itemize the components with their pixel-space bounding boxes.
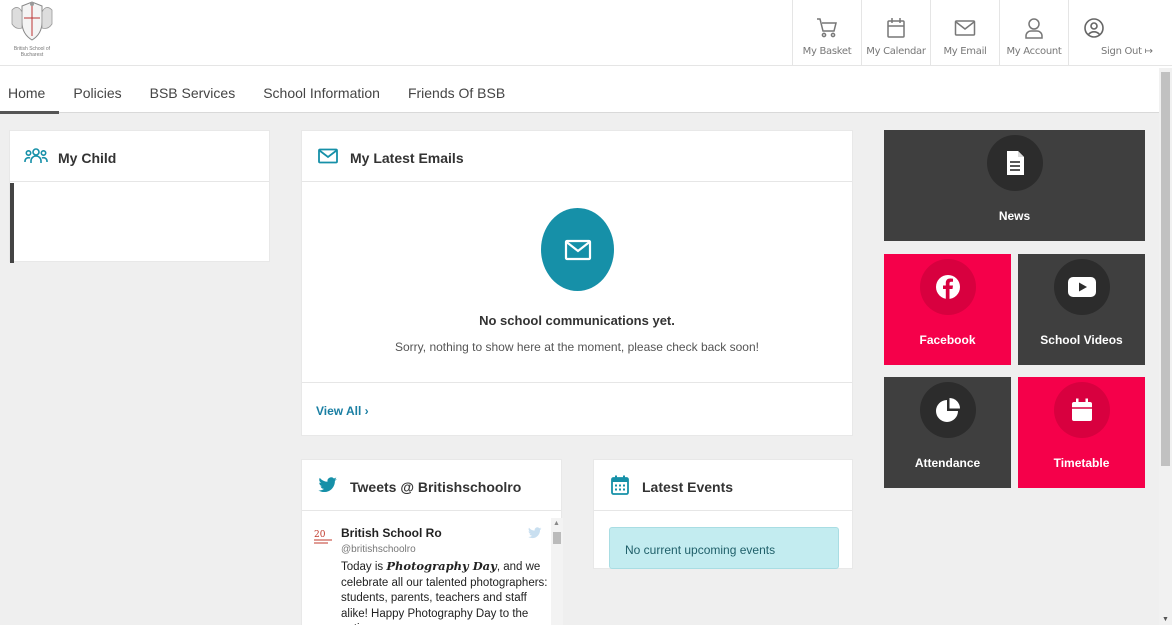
- attendance-label: Attendance: [914, 456, 981, 470]
- sign-out-icon: ↦: [1144, 46, 1153, 57]
- timetable-tile[interactable]: Timetable: [1018, 377, 1145, 488]
- latest-events-header: Latest Events: [594, 460, 852, 511]
- email-empty-title: No school communications yet.: [479, 313, 675, 328]
- my-email-link[interactable]: My Email: [930, 0, 999, 66]
- my-calendar-label: My Calendar: [866, 46, 926, 57]
- tweet-author-name[interactable]: British School Ro: [341, 526, 442, 540]
- latest-emails-card: My Latest Emails No school communication…: [301, 130, 853, 436]
- tweets-title: Tweets @ Britishschoolro: [350, 479, 522, 495]
- latest-events-title: Latest Events: [642, 479, 734, 495]
- attendance-tile[interactable]: Attendance: [884, 377, 1011, 488]
- crest-icon: [11, 1, 53, 41]
- child-selector-bar[interactable]: [10, 183, 14, 263]
- email-empty-message: Sorry, nothing to show here at the momen…: [395, 340, 759, 354]
- users-icon: [24, 146, 48, 166]
- sign-out-label: Sign Out ↦: [1101, 46, 1153, 57]
- latest-emails-title: My Latest Emails: [350, 150, 464, 166]
- news-label: News: [998, 209, 1031, 223]
- my-child-card: My Child: [9, 130, 270, 263]
- school-logo[interactable]: British School of Bucharest: [8, 0, 56, 62]
- nav-bsb-services[interactable]: BSB Services: [136, 66, 250, 113]
- my-child-title: My Child: [58, 150, 117, 166]
- my-child-header: My Child: [10, 131, 269, 182]
- school-videos-tile[interactable]: School Videos: [1018, 254, 1145, 365]
- account-toolbar: My Basket My Calendar My Email My Accoun…: [792, 0, 1172, 66]
- calendar-icon: [608, 475, 632, 495]
- calendar-icon: [1053, 382, 1110, 438]
- email-icon: [954, 16, 976, 40]
- tweet-avatar[interactable]: 20: [313, 526, 333, 548]
- scroll-up-icon[interactable]: ▲: [553, 520, 560, 527]
- no-events-alert: No current upcoming events: [609, 527, 839, 569]
- my-email-label: My Email: [943, 46, 987, 57]
- scroll-down-icon[interactable]: ▼: [1162, 616, 1169, 623]
- sign-out-link[interactable]: Sign Out ↦: [1068, 0, 1172, 66]
- latest-emails-header: My Latest Emails: [302, 131, 852, 182]
- news-tile[interactable]: News: [884, 130, 1145, 241]
- facebook-tile[interactable]: Facebook: [884, 254, 1011, 365]
- my-account-label: My Account: [1006, 46, 1062, 57]
- twitter-icon: [316, 475, 340, 495]
- nav-policies[interactable]: Policies: [59, 66, 135, 113]
- main-nav: Home Policies BSB Services School Inform…: [0, 66, 1172, 114]
- tweets-header: Tweets @ Britishschoolro: [302, 460, 561, 511]
- twitter-bird-icon: [528, 526, 542, 544]
- basket-icon: [816, 16, 838, 40]
- my-calendar-link[interactable]: My Calendar: [861, 0, 930, 66]
- envelope-icon: [316, 146, 340, 166]
- user-circle-icon: [1083, 16, 1105, 40]
- emails-footer: View All ›: [302, 382, 852, 436]
- page-scroll-thumb[interactable]: [1161, 72, 1170, 466]
- document-icon: [986, 135, 1043, 191]
- latest-events-card: Latest Events No current upcoming events: [593, 459, 853, 569]
- tweet-scroll-thumb[interactable]: [553, 532, 561, 544]
- youtube-icon: [1053, 259, 1110, 315]
- tweet-scrollbar[interactable]: ▲: [551, 518, 563, 625]
- my-basket-link[interactable]: My Basket: [792, 0, 861, 66]
- page-scrollbar[interactable]: ▼: [1159, 68, 1172, 625]
- calendar-icon: [885, 16, 907, 40]
- facebook-icon: [919, 259, 976, 315]
- logo-text: British School of Bucharest: [13, 46, 51, 58]
- svg-text:20: 20: [314, 530, 326, 540]
- user-icon: [1023, 16, 1045, 40]
- email-empty-icon: [541, 208, 614, 291]
- tweet-text: Today is Photography Day, and we celebra…: [341, 559, 548, 625]
- school-videos-label: School Videos: [1040, 333, 1123, 347]
- nav-home[interactable]: Home: [0, 66, 60, 114]
- tweet-timeline[interactable]: 20 British School Ro @britishschoolro To…: [304, 518, 563, 625]
- nav-friends-of-bsb[interactable]: Friends Of BSB: [394, 66, 519, 113]
- timetable-label: Timetable: [1053, 456, 1110, 470]
- tweet-author-handle[interactable]: @britishschoolro: [341, 544, 416, 555]
- nav-school-information[interactable]: School Information: [249, 66, 394, 113]
- facebook-label: Facebook: [919, 333, 976, 347]
- view-all-link[interactable]: View All ›: [316, 404, 369, 418]
- pie-chart-icon: [919, 382, 976, 438]
- my-basket-label: My Basket: [802, 46, 852, 57]
- my-account-link[interactable]: My Account: [999, 0, 1068, 66]
- tweets-card: Tweets @ Britishschoolro 20 British Scho…: [301, 459, 563, 625]
- top-header: British School of Bucharest My Basket My…: [0, 0, 1172, 66]
